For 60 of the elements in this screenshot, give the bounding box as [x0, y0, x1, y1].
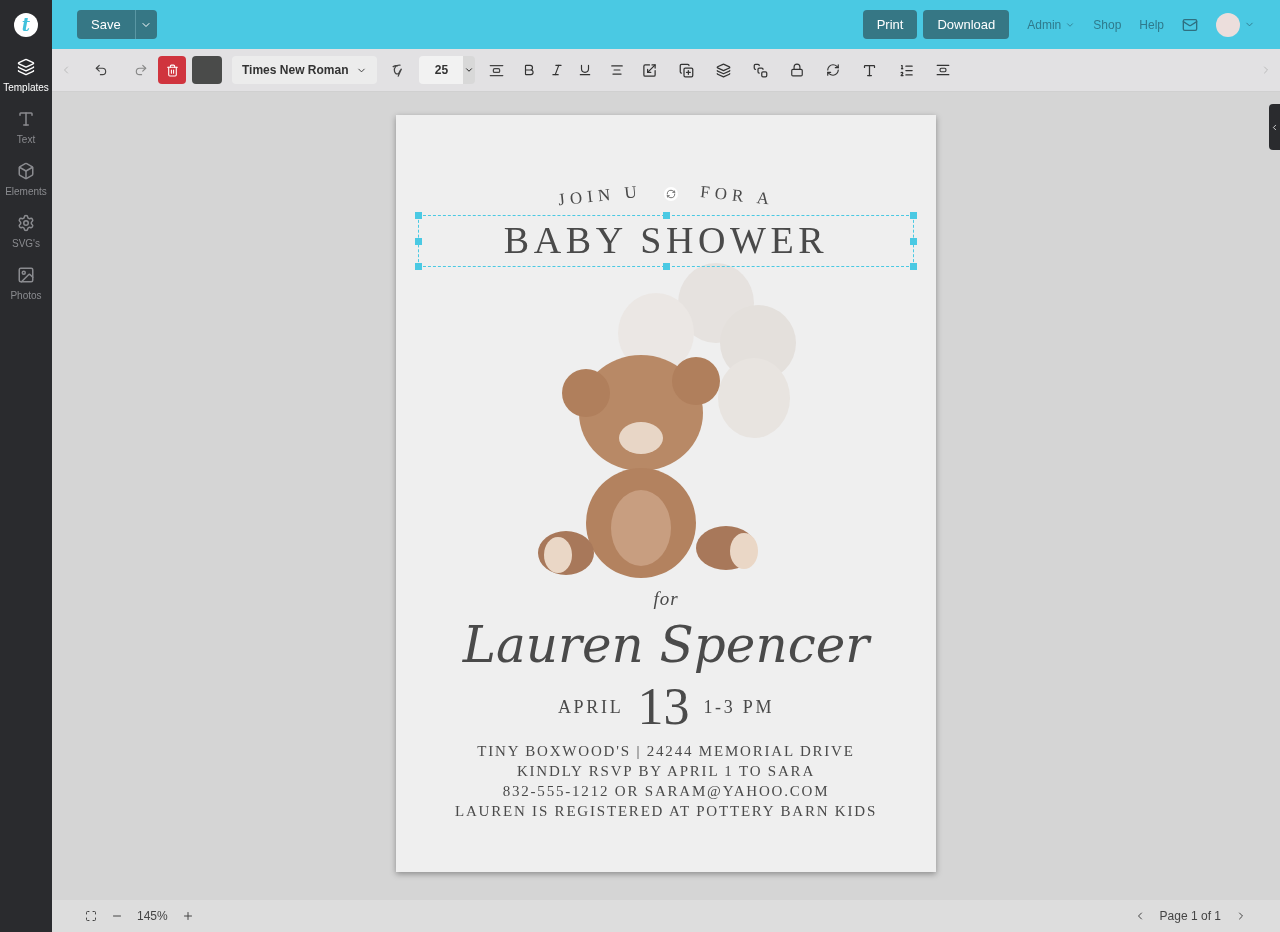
- nav-link[interactable]: Shop: [1093, 15, 1122, 34]
- sidebar-icon: [17, 109, 35, 128]
- layers-icon[interactable]: [716, 62, 732, 78]
- redo-icon[interactable]: [134, 63, 148, 77]
- trash-icon: [165, 63, 179, 77]
- text-case-icon[interactable]: [862, 62, 878, 78]
- resize-handle[interactable]: [910, 211, 917, 219]
- duplicate-icon[interactable]: [679, 62, 695, 78]
- resize-icon[interactable]: [642, 62, 658, 78]
- time-text: 1-3 PM: [703, 695, 775, 719]
- underline-icon[interactable]: [578, 63, 593, 77]
- fullscreen-icon[interactable]: [85, 910, 97, 922]
- nav-link[interactable]: Help: [1139, 15, 1164, 34]
- title-text[interactable]: BABY SHOWER: [503, 212, 829, 269]
- resize-handle[interactable]: [415, 211, 422, 219]
- italic-icon[interactable]: [550, 63, 565, 77]
- resize-handle[interactable]: [910, 237, 917, 245]
- resize-handle[interactable]: [415, 262, 422, 270]
- undo-icon[interactable]: [94, 63, 108, 77]
- resize-handle[interactable]: [663, 262, 670, 270]
- font-size-field[interactable]: 25: [419, 56, 464, 84]
- name-text: Lauren Spencer: [462, 615, 870, 676]
- detail-text: 832-555-1212 OR SARAM@YAHOO.COM: [502, 782, 830, 801]
- sidebar-icon: [17, 57, 35, 76]
- zoom-level: 145%: [137, 908, 168, 925]
- page-indicator: Page 1 of 1: [1159, 908, 1221, 925]
- resize-handle[interactable]: [910, 262, 917, 270]
- detail-text: TINY BOXWOOD'S | 24244 MEMORIAL DRIVE: [477, 742, 855, 761]
- zoom-in-icon[interactable]: [181, 910, 194, 922]
- sidebar-item[interactable]: Elements: [0, 154, 52, 206]
- color-swatch[interactable]: [192, 56, 222, 84]
- sidebar-item[interactable]: SVG's: [0, 206, 52, 258]
- detail-text: KINDLY RSVP BY APRIL 1 TO SARA: [516, 762, 816, 781]
- align-center-icon[interactable]: [610, 63, 625, 77]
- delete-button[interactable]: [158, 56, 186, 84]
- sidebar-icon: [17, 213, 35, 232]
- chevron-icon: [1270, 122, 1279, 132]
- panel-toggle[interactable]: [1269, 104, 1280, 150]
- caret-icon: [464, 65, 475, 75]
- nav-link[interactable]: Admin: [1027, 15, 1076, 34]
- lock-icon[interactable]: [790, 63, 805, 77]
- sidebar-item[interactable]: Text: [0, 102, 52, 154]
- resize-handle[interactable]: [663, 211, 670, 219]
- download-button[interactable]: Download: [923, 10, 1010, 39]
- month-text: APRIL: [557, 695, 624, 719]
- headline-text: FOR A: [698, 181, 776, 211]
- day-text: 13: [637, 679, 690, 735]
- sidebar-item[interactable]: Photos: [0, 258, 52, 310]
- font-dropdown[interactable]: Times New Roman: [232, 56, 378, 84]
- sidebar-icon: [17, 161, 35, 180]
- sidebar-item[interactable]: Templates: [0, 50, 52, 102]
- mail-icon[interactable]: [1182, 16, 1198, 33]
- print-button[interactable]: Print: [862, 10, 918, 39]
- for-text: for: [653, 586, 679, 611]
- sidebar-icon: [17, 265, 35, 284]
- detail-text: LAUREN IS REGISTERED AT POTTERY BARN KIDS: [454, 802, 878, 821]
- headline-text: JOIN U: [556, 180, 643, 212]
- resize-handle[interactable]: [415, 237, 422, 245]
- bold-icon[interactable]: [522, 63, 537, 77]
- rotate-handle-icon[interactable]: [663, 186, 678, 201]
